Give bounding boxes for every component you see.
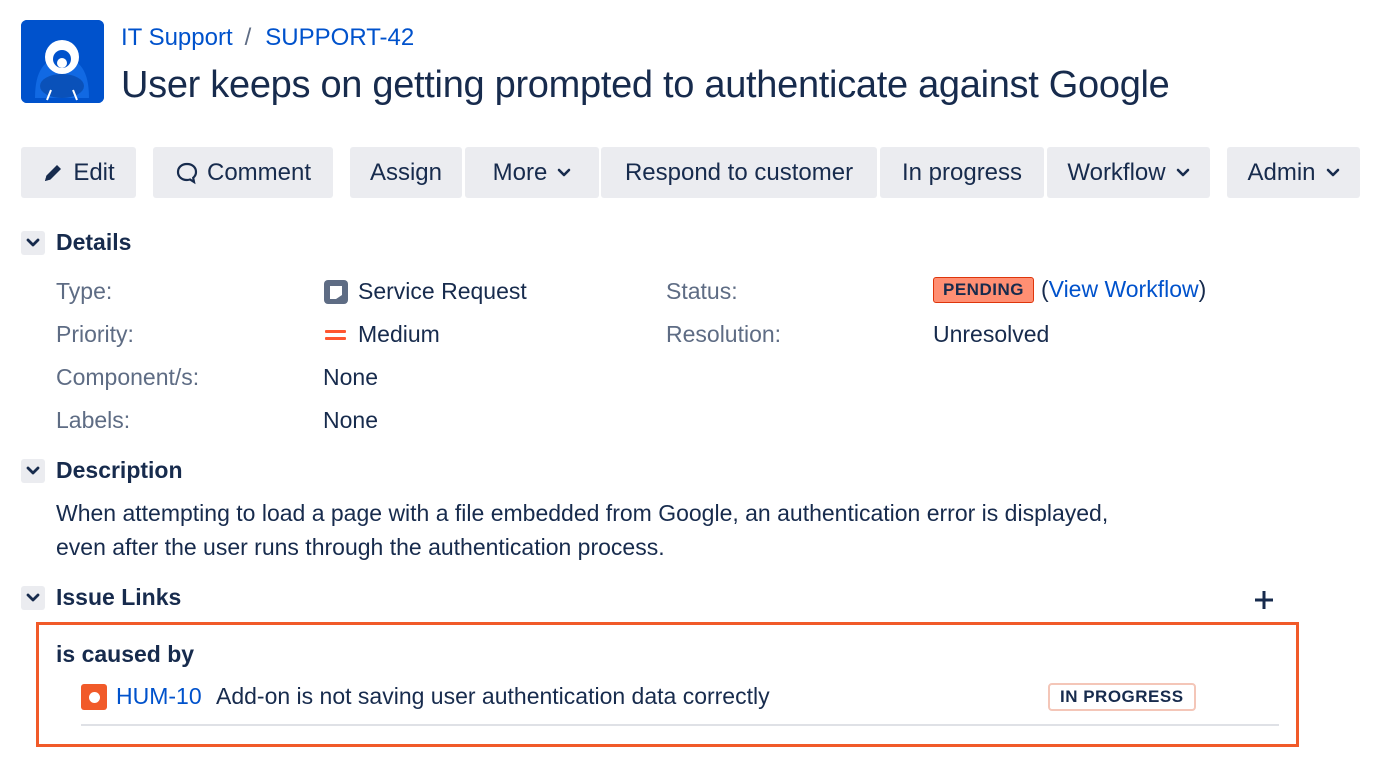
resolution-value: Unresolved	[933, 321, 1050, 347]
description-body[interactable]: When attempting to load a page with a fi…	[56, 496, 1256, 564]
details-heading: Details	[56, 229, 132, 255]
issue-links-section-header[interactable]: Issue Links	[21, 584, 181, 611]
service-request-icon	[324, 279, 348, 304]
issue-links-toggle[interactable]	[21, 585, 45, 610]
status-label: Status:	[666, 278, 738, 304]
workflow-button-label: Workflow	[1067, 158, 1166, 186]
edit-button[interactable]: Edit	[21, 147, 136, 198]
description-section-header[interactable]: Description	[21, 457, 183, 484]
issue-links-panel: is caused by HUM-10 Add-on is not saving…	[36, 622, 1299, 747]
labels-value: None	[323, 407, 378, 433]
linked-issue-status-badge: IN PROGRESS	[1048, 683, 1196, 711]
issue-type-icon	[81, 684, 107, 710]
comment-button-label: Comment	[206, 158, 312, 186]
assign-button-label: Assign	[369, 158, 443, 186]
type-label: Type:	[56, 278, 113, 304]
priority-value-text: Medium	[358, 321, 440, 347]
description-line-1: When attempting to load a page with a fi…	[56, 500, 1109, 526]
type-value-text: Service Request	[358, 278, 527, 304]
edit-button-label: Edit	[73, 158, 115, 186]
add-issue-link-button[interactable]	[1250, 586, 1278, 614]
project-avatar-icon	[21, 20, 104, 103]
components-value: None	[323, 364, 378, 390]
view-workflow-link[interactable]: View Workflow	[1049, 276, 1199, 303]
more-button-label: More	[492, 158, 548, 186]
chevron-down-icon	[26, 238, 40, 246]
admin-button-label: Admin	[1247, 158, 1316, 186]
issue-links-heading: Issue Links	[56, 584, 182, 610]
breadcrumb-project-link[interactable]: IT Support	[121, 24, 233, 52]
description-toggle[interactable]	[21, 458, 45, 483]
issue-link-row[interactable]: HUM-10 Add-on is not saving user authent…	[81, 681, 1279, 726]
type-value: Service Request	[323, 278, 527, 305]
chevron-down-icon	[1326, 168, 1339, 176]
chevron-down-icon	[26, 466, 40, 474]
resolution-label: Resolution:	[666, 321, 782, 347]
respond-to-customer-button[interactable]: Respond to customer	[601, 147, 877, 198]
priority-label: Priority:	[56, 321, 134, 347]
chevron-down-icon	[1176, 168, 1189, 176]
comment-button[interactable]: Comment	[153, 147, 333, 198]
comment-icon	[176, 162, 198, 184]
view-workflow-open-paren: (	[1040, 276, 1049, 302]
linked-issue-summary[interactable]: Add-on is not saving user authentication…	[216, 683, 770, 710]
chevron-down-icon	[558, 168, 571, 176]
in-progress-label: In progress	[901, 158, 1023, 186]
respond-to-customer-label: Respond to customer	[624, 158, 854, 186]
linked-issue-key-link[interactable]: HUM-10	[116, 683, 202, 710]
assign-button[interactable]: Assign	[350, 147, 462, 198]
labels-label: Labels:	[56, 407, 131, 433]
issue-title[interactable]: User keeps on getting prompted to authen…	[121, 64, 1170, 107]
more-dropdown-button[interactable]: More	[465, 147, 599, 198]
plus-icon	[1255, 591, 1273, 609]
link-type-label: is caused by	[56, 641, 195, 667]
chevron-down-icon	[26, 593, 40, 601]
priority-value: Medium	[323, 321, 440, 348]
admin-dropdown-button[interactable]: Admin	[1227, 147, 1360, 198]
description-line-2: even after the user runs through the aut…	[56, 534, 665, 560]
pencil-icon	[45, 164, 62, 181]
status-badge: PENDING	[933, 276, 1034, 303]
components-label: Component/s:	[56, 364, 200, 390]
priority-medium-icon	[325, 329, 346, 340]
breadcrumb-issue-key-link[interactable]: SUPPORT-42	[265, 24, 414, 52]
status-value: PENDING ( View Workflow )	[933, 276, 1206, 303]
project-avatar[interactable]	[21, 20, 104, 103]
in-progress-button[interactable]: In progress	[880, 147, 1044, 198]
view-workflow-close-paren: )	[1198, 276, 1207, 302]
details-section-header[interactable]: Details	[21, 229, 131, 256]
breadcrumb-separator: /	[244, 24, 252, 51]
breadcrumb: IT Support / SUPPORT-42	[121, 24, 414, 52]
details-toggle[interactable]	[21, 230, 45, 255]
workflow-dropdown-button[interactable]: Workflow	[1047, 147, 1210, 198]
description-heading: Description	[56, 457, 183, 483]
